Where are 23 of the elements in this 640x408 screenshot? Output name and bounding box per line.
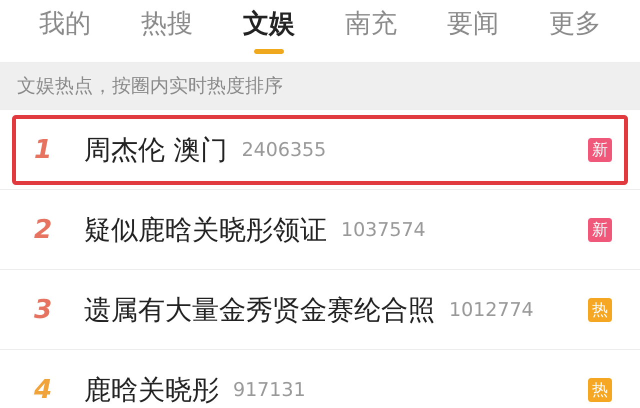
heat-count: 2406355 — [242, 139, 326, 161]
highlight-frame[interactable]: 1 周杰伦 澳门 2406355 新 — [12, 115, 628, 185]
list-item[interactable]: 2 疑似鹿晗关晓彤领证 1037574 新 — [12, 195, 628, 265]
topic-title: 遗属有大量金秀贤金赛纶合照 — [84, 294, 435, 328]
heat-count: 1012774 — [449, 299, 534, 321]
heat-count: 917131 — [233, 379, 306, 401]
topic-title: 疑似鹿晗关晓彤领证 — [84, 214, 327, 248]
rank-number: 4 — [34, 375, 54, 405]
rank-number: 2 — [34, 215, 54, 245]
tab-indicator — [254, 49, 284, 54]
list-item[interactable]: 4 鹿晗关晓彤 917131 热 — [12, 355, 628, 408]
topic-badge: 新 — [588, 138, 612, 162]
list-item[interactable]: 3 遗属有大量金秀贤金赛纶合照 1012774 热 — [12, 275, 628, 345]
topic-badge: 热 — [588, 298, 612, 322]
subtitle-text: 文娱热点，按圈内实时热度排序 — [17, 74, 283, 99]
topic-title: 周杰伦 澳门 — [84, 134, 228, 168]
topic-badge: 热 — [588, 378, 612, 402]
heat-count: 1037574 — [341, 219, 426, 241]
rank-number: 1 — [34, 135, 54, 165]
topic-title: 鹿晗关晓彤 — [84, 374, 219, 408]
topic-badge: 新 — [588, 218, 612, 242]
rank-number: 3 — [34, 295, 54, 325]
tab[interactable]: 文娱 — [243, 0, 295, 56]
